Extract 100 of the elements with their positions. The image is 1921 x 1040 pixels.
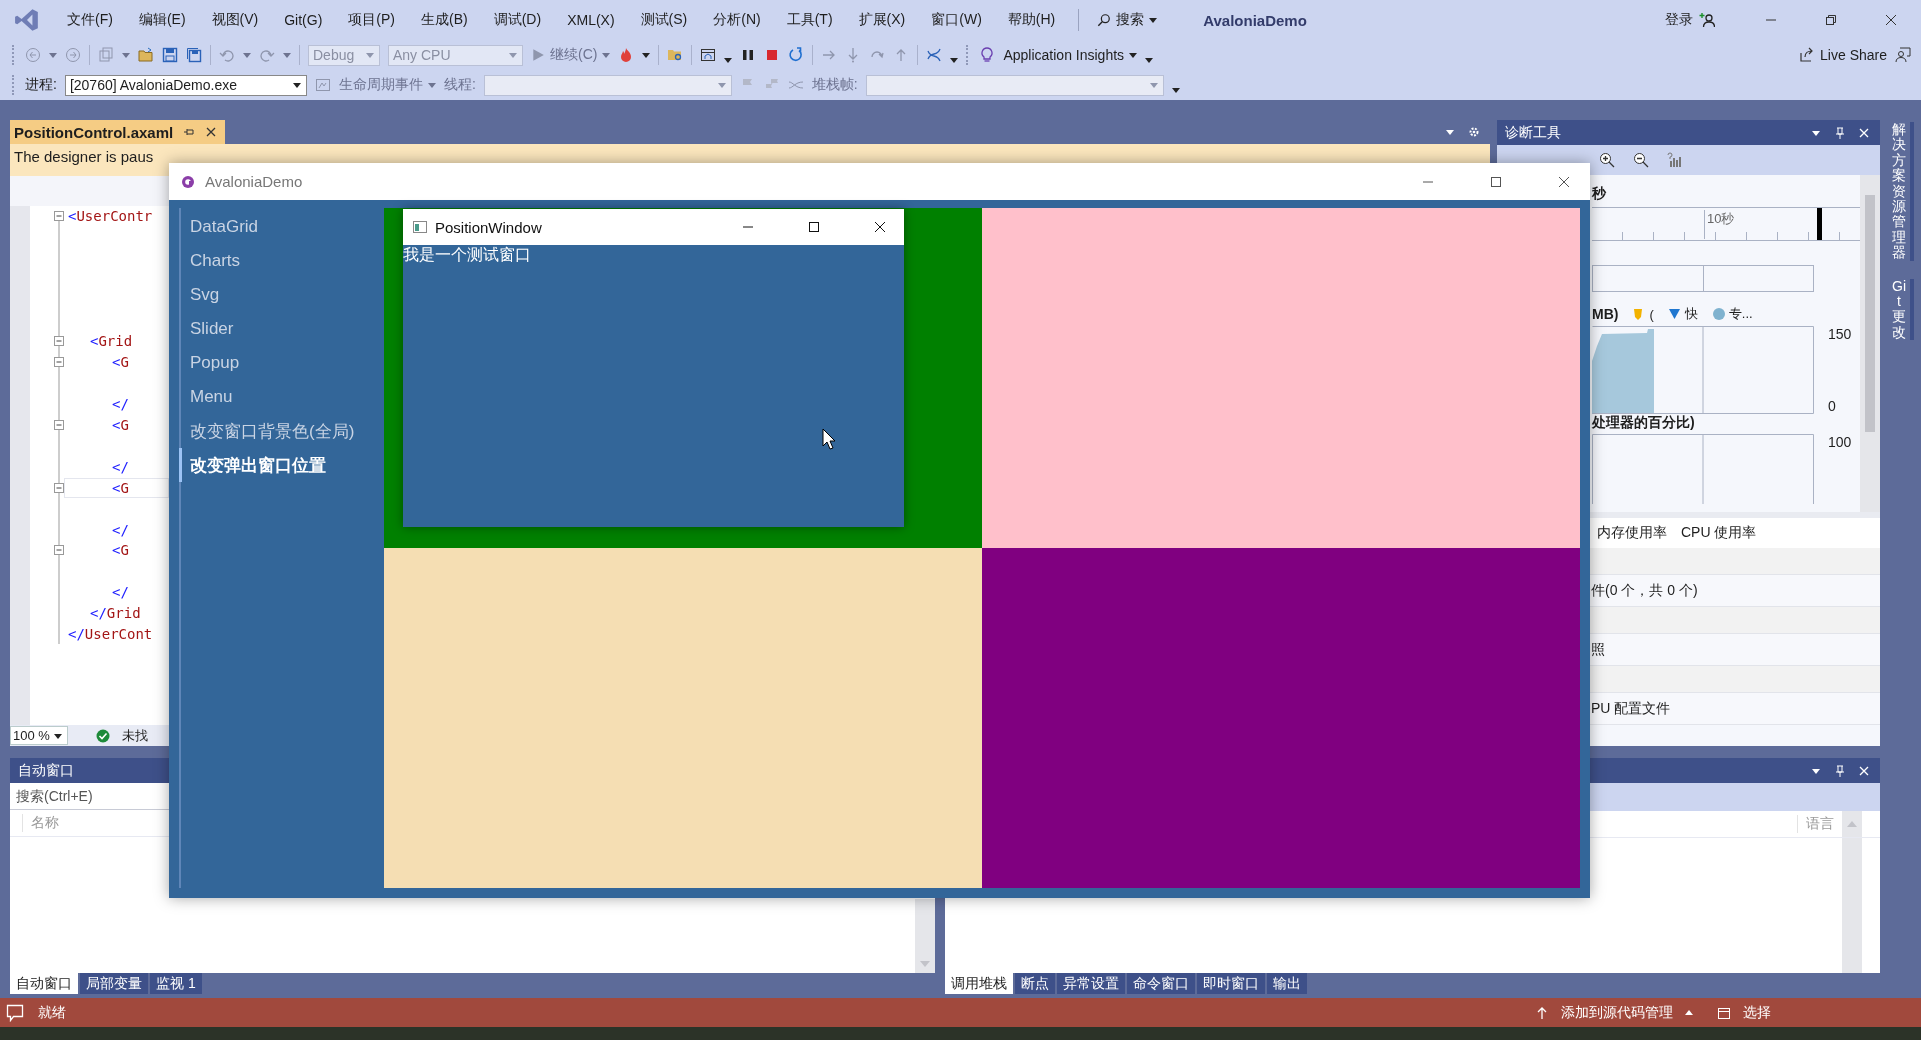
feedback-icon[interactable]: [1895, 47, 1911, 63]
settings-icon[interactable]: [1468, 126, 1480, 138]
nav-link[interactable]: 改变窗口背景色(全局): [179, 414, 355, 448]
main-menu-entry[interactable]: 分析(N): [700, 11, 774, 29]
nav-link[interactable]: Slider: [179, 312, 234, 346]
nav-link[interactable]: 改变弹出窗口位置: [179, 448, 326, 482]
nav-link[interactable]: Svg: [179, 278, 220, 312]
panel-tab[interactable]: 自动窗口: [10, 973, 78, 994]
repository-button[interactable]: 选择: [1717, 1003, 1771, 1022]
side-tab[interactable]: 解决方案资源管理器: [1892, 122, 1914, 261]
tick-label: 10秒: [1704, 210, 1735, 239]
code-line: <UserContr: [68, 207, 153, 226]
nav-link[interactable]: Charts: [179, 244, 241, 278]
main-menu-entry[interactable]: Git(G): [271, 12, 336, 28]
maximize-icon[interactable]: [1490, 175, 1502, 188]
panel-tab[interactable]: 监视 1: [150, 973, 202, 994]
caret-icon[interactable]: [724, 57, 733, 63]
panel-tab[interactable]: 输出: [1267, 973, 1307, 994]
document-tab[interactable]: PositionControl.axaml: [10, 120, 226, 144]
main-menu-entry[interactable]: 扩展(X): [845, 11, 919, 29]
scrollbar[interactable]: [915, 899, 935, 973]
panel-tab[interactable]: 即时窗口: [1197, 973, 1265, 994]
window-icon[interactable]: [700, 47, 717, 63]
pin-icon[interactable]: [1834, 764, 1846, 777]
main-menu-entry[interactable]: 窗口(W): [918, 11, 995, 29]
maximize-icon[interactable]: [808, 221, 820, 233]
close-icon[interactable]: [205, 126, 218, 138]
main-menu-entry[interactable]: 生成(B): [408, 11, 481, 29]
code-line: <G: [112, 478, 129, 498]
folder-search-icon[interactable]: [667, 47, 684, 63]
live-share-button[interactable]: Live Share: [1799, 47, 1887, 63]
window-title: PositionWindow: [435, 218, 542, 236]
application-insights-button[interactable]: Application Insights: [1003, 47, 1138, 63]
close-icon[interactable]: [1558, 175, 1570, 188]
lightbulb-icon[interactable]: [979, 47, 996, 63]
collapse-icon[interactable]: [54, 357, 64, 368]
panel-tab[interactable]: 命令窗口: [1127, 973, 1195, 994]
diagnostics-tab[interactable]: CPU 使用率: [1681, 524, 1757, 542]
lifecycle-icon[interactable]: [314, 77, 331, 93]
caret-icon: [509, 53, 517, 58]
back-icon[interactable]: [25, 47, 41, 63]
main-menu-entry[interactable]: 视图(V): [198, 11, 272, 29]
main-menu-entry[interactable]: XML(X): [554, 12, 628, 28]
nav-link[interactable]: Menu: [179, 380, 233, 414]
restore-icon[interactable]: [1825, 14, 1837, 26]
panel-tab[interactable]: 局部变量: [80, 973, 148, 994]
zoom-dropdown[interactable]: 100 %: [10, 726, 68, 745]
collapse-icon[interactable]: [54, 420, 64, 430]
play-icon: [531, 48, 545, 62]
close-icon[interactable]: [1885, 14, 1897, 26]
hot-reload-icon[interactable]: [926, 47, 943, 63]
source-control-button[interactable]: 添加到源代码管理: [1535, 1003, 1693, 1022]
restart-icon[interactable]: [788, 47, 805, 63]
legend-label: 快: [1684, 305, 1698, 323]
solution-title: AvaloniaDemo: [1203, 11, 1307, 29]
caret-icon[interactable]: [1149, 17, 1158, 23]
diagnostics-tab[interactable]: 内存使用率: [1597, 524, 1667, 542]
main-menu-entry[interactable]: 文件(F): [54, 11, 126, 29]
code-line: <G: [112, 416, 129, 435]
collapse-icon[interactable]: [54, 482, 64, 493]
collapse-icon[interactable]: [54, 211, 64, 221]
undo-icon[interactable]: [219, 47, 235, 63]
save-icon[interactable]: [162, 47, 178, 63]
code-line: </: [112, 457, 129, 477]
caret-icon[interactable]: [950, 57, 959, 63]
panel-tab[interactable]: 异常设置: [1057, 973, 1125, 994]
pin-icon[interactable]: [183, 126, 196, 138]
zoom-in-icon[interactable]: [1599, 152, 1615, 168]
collapse-icon[interactable]: [54, 545, 64, 556]
side-tab[interactable]: Git 更改: [1892, 278, 1914, 341]
close-icon[interactable]: [874, 221, 886, 233]
chart-icon[interactable]: [1667, 152, 1683, 168]
legend-label: (: [1649, 306, 1654, 322]
redo-icon[interactable]: [259, 47, 275, 63]
save-all-icon[interactable]: [186, 47, 202, 63]
open-folder-icon[interactable]: [138, 47, 154, 63]
nav-link[interactable]: DataGrid: [179, 210, 259, 244]
nav-link[interactable]: Popup: [179, 346, 240, 380]
column-header: 名称: [22, 814, 59, 832]
window-icon: [413, 220, 427, 234]
collapse-icon[interactable]: [54, 336, 64, 347]
main-menu-entry[interactable]: 帮助(H): [994, 11, 1069, 29]
caret-icon[interactable]: [642, 52, 651, 58]
main-menu-entry[interactable]: 项目(P): [335, 11, 408, 29]
pin-icon[interactable]: [1834, 126, 1846, 139]
caret-icon[interactable]: [1171, 87, 1180, 93]
main-menu-entry[interactable]: 编辑(E): [125, 11, 199, 29]
main-menu-entry[interactable]: 测试(S): [627, 11, 701, 29]
person-add-icon[interactable]: [1699, 12, 1715, 28]
scrollbar[interactable]: [1842, 838, 1862, 973]
main-menu-entry[interactable]: 工具(T): [773, 11, 846, 29]
scrollbar[interactable]: [1860, 175, 1880, 512]
panel-tab[interactable]: 调用堆栈: [945, 973, 1013, 994]
main-menu-entry[interactable]: 调试(D): [480, 11, 555, 29]
sign-in-link[interactable]: 登录: [1665, 11, 1693, 29]
process-dropdown[interactable]: [20760] AvaloniaDemo.exe: [64, 74, 307, 96]
forward-icon[interactable]: [65, 47, 81, 63]
zoom-out-icon[interactable]: [1633, 152, 1649, 168]
search-button[interactable]: 搜索: [1089, 11, 1166, 29]
panel-tab[interactable]: 断点: [1015, 973, 1055, 994]
